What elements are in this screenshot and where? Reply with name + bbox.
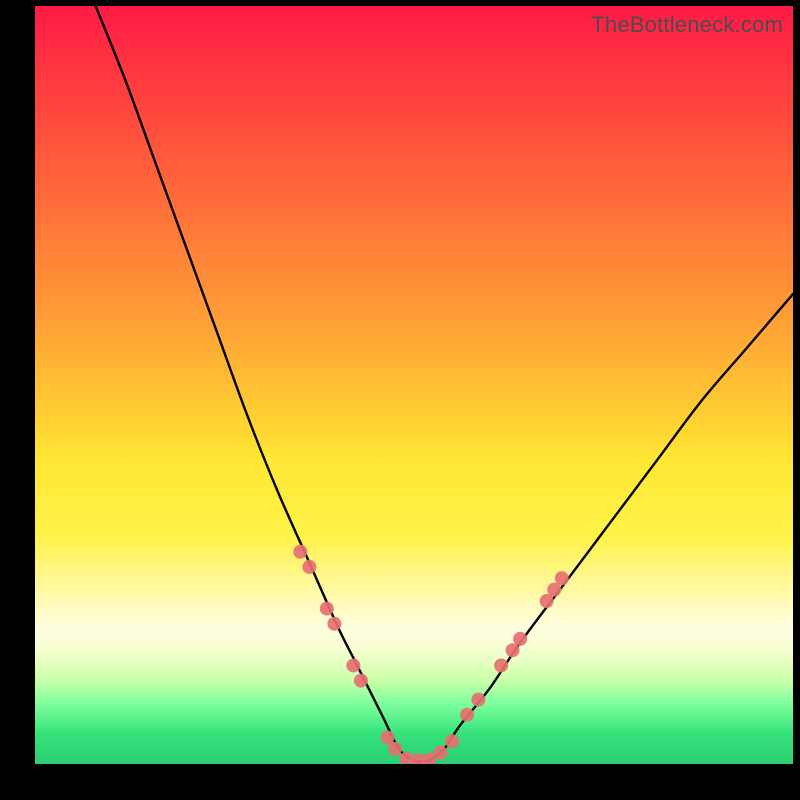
curve-svg	[35, 6, 793, 764]
marker-dot	[380, 730, 394, 744]
marker-dot	[302, 560, 316, 574]
marker-dot	[460, 708, 474, 722]
chart-frame: TheBottleneck.com	[0, 0, 800, 800]
marker-dot	[494, 658, 508, 672]
plot-area: TheBottleneck.com	[35, 6, 793, 764]
marker-dot	[506, 643, 520, 657]
marker-dot	[434, 746, 448, 760]
marker-dot	[388, 742, 402, 756]
marker-dot	[513, 632, 527, 646]
marker-dot	[327, 617, 341, 631]
marker-dot	[320, 602, 334, 616]
marker-dot	[555, 571, 569, 585]
bottleneck-curve	[96, 6, 793, 762]
marker-dot	[346, 658, 360, 672]
marker-dot	[540, 594, 554, 608]
marker-dot	[354, 674, 368, 688]
marker-dot	[293, 545, 307, 559]
marker-dot	[445, 734, 459, 748]
marker-group	[293, 545, 569, 764]
marker-dot	[547, 583, 561, 597]
marker-dot	[471, 693, 485, 707]
